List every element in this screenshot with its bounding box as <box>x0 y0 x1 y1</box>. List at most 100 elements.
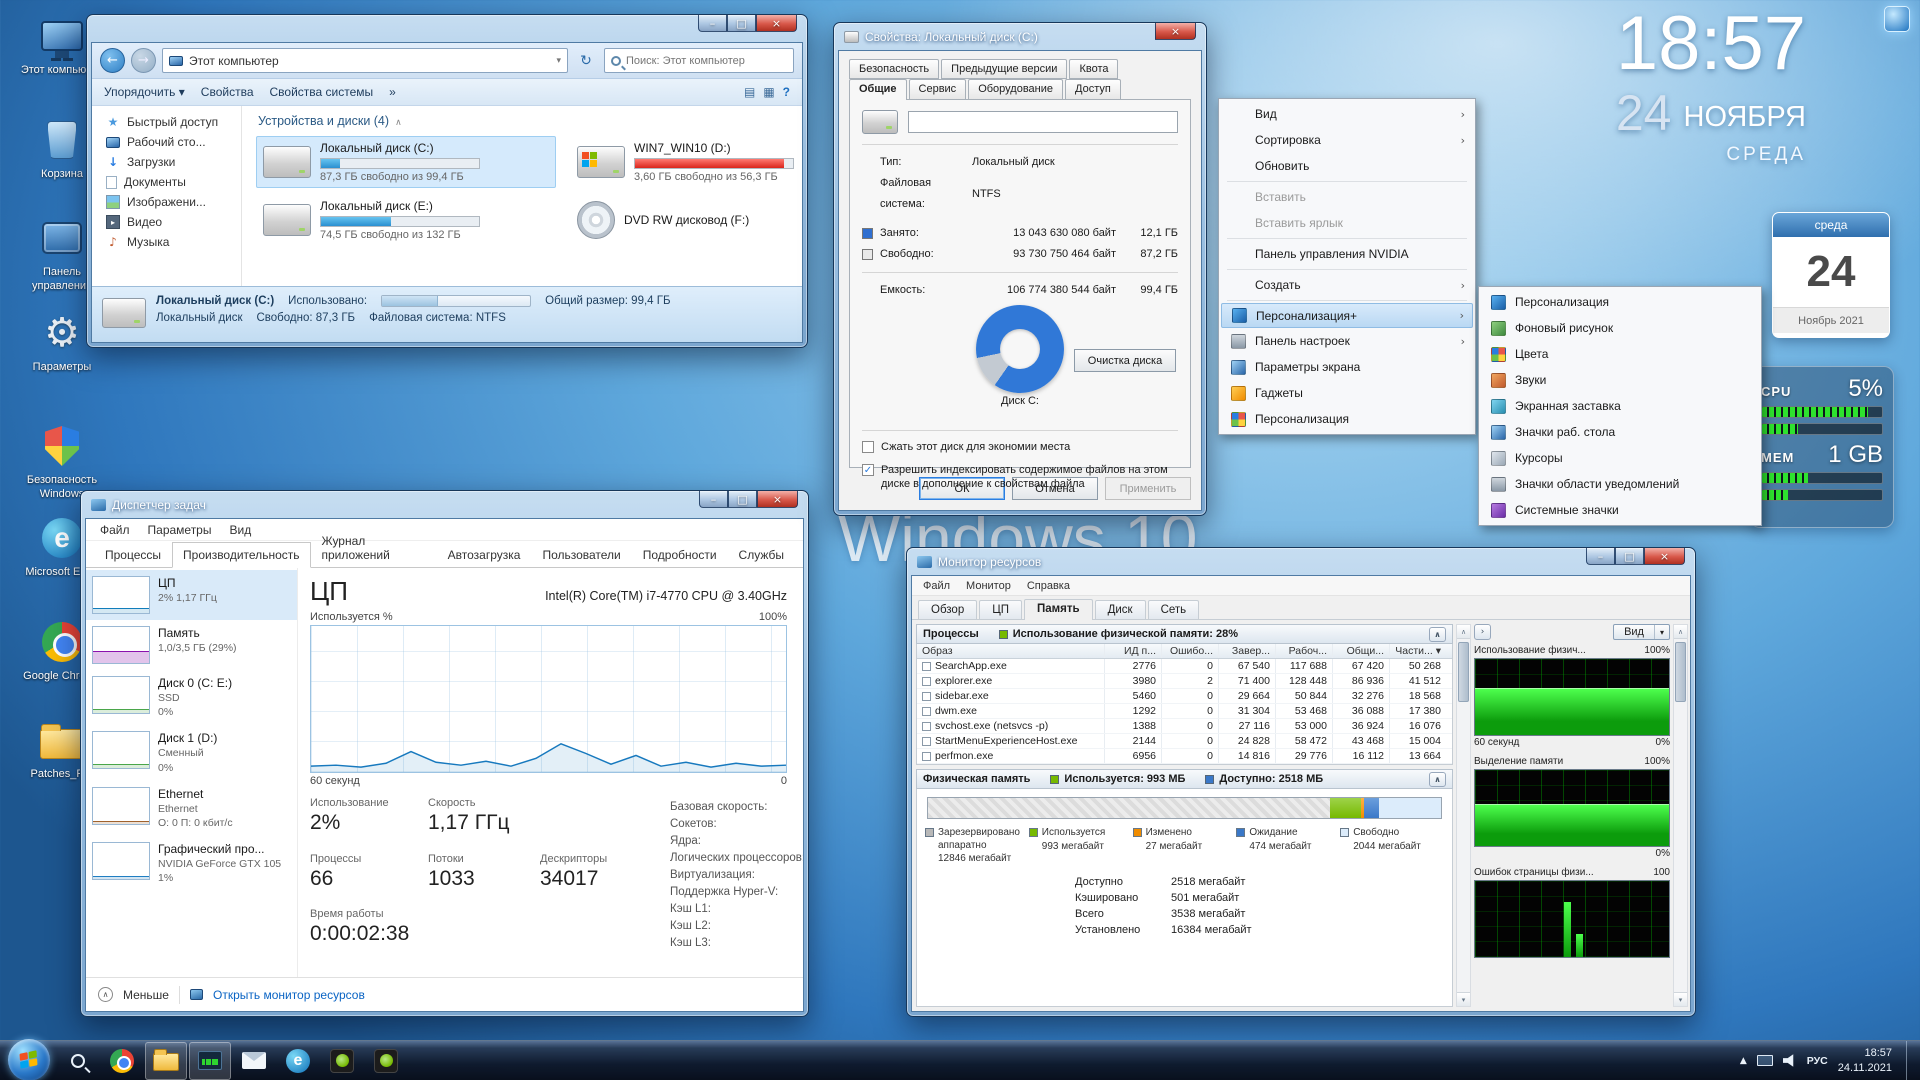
taskbar-task-manager-button[interactable] <box>189 1042 231 1080</box>
table-row[interactable]: perfmon.exe 6956014 81629 77616 11213 66… <box>917 749 1452 764</box>
row-checkbox[interactable] <box>922 677 931 686</box>
search-input[interactable] <box>626 55 787 67</box>
drive-tile-d[interactable]: WIN7_WIN10 (D:) 3,60 ГБ свободно из 56,3… <box>570 136 803 188</box>
physical-memory-section-header[interactable]: Физическая память Используется: 993 МБ Д… <box>916 769 1453 789</box>
menu-item-sort[interactable]: Сортировка› <box>1221 127 1473 153</box>
perf-item-disk0[interactable]: Диск 0 (C: E:)SSD 0% <box>86 670 297 725</box>
drive-tile-e[interactable]: Локальный диск (E:) 74,5 ГБ свободно из … <box>256 194 556 246</box>
taskbar-nvidia-experience-button[interactable] <box>321 1042 363 1080</box>
tab-previous-versions[interactable]: Предыдущие версии <box>941 59 1067 79</box>
help-button[interactable]: ? <box>783 85 790 99</box>
maximize-button[interactable]: □ <box>1615 548 1644 565</box>
table-header-row[interactable]: Образ ИД п... Ошибо... Завер... Рабоч...… <box>917 644 1452 659</box>
menu-item-nvidia-control-panel[interactable]: Панель управления NVIDIA <box>1221 241 1473 267</box>
menu-item-new[interactable]: Создать› <box>1221 272 1473 298</box>
menu-item-personalization-plus[interactable]: Персонализация+› <box>1221 303 1473 328</box>
tab-users[interactable]: Пользователи <box>531 542 631 568</box>
disk-cleanup-button[interactable]: Очистка диска <box>1074 349 1176 372</box>
submenu-item-screensaver[interactable]: Экранная заставка <box>1481 393 1759 419</box>
address-bar[interactable]: Этот компьютер ▾ <box>162 48 568 73</box>
submenu-item-cursors[interactable]: Курсоры <box>1481 445 1759 471</box>
show-desktop-button[interactable] <box>1906 1041 1916 1080</box>
explorer-titlebar[interactable]: – □ × <box>87 15 807 42</box>
menu-help[interactable]: Справка <box>1020 579 1077 593</box>
submenu-item-personalization[interactable]: Персонализация <box>1481 289 1759 315</box>
scroll-down-icon[interactable]: ▾ <box>1457 992 1470 1006</box>
tab-network[interactable]: Сеть <box>1148 600 1200 619</box>
close-button[interactable]: × <box>757 491 798 508</box>
perf-item-gpu[interactable]: Графический про...NVIDIA GeForce GTX 105… <box>86 836 297 891</box>
back-button[interactable]: ← <box>100 48 125 73</box>
compress-checkbox[interactable] <box>862 441 874 453</box>
organize-button[interactable]: Упорядочить ▾ <box>104 85 185 99</box>
row-checkbox[interactable] <box>922 692 931 701</box>
tab-general[interactable]: Общие <box>849 79 907 100</box>
scrollbar-thumb[interactable] <box>1458 642 1469 702</box>
view-tiles-icon[interactable]: ▦ <box>763 85 774 99</box>
processes-section-header[interactable]: Процессы Использование физической памяти… <box>916 624 1453 644</box>
view-dropdown-button[interactable]: Вид ▾ <box>1613 624 1670 640</box>
volume-label-input[interactable] <box>908 111 1178 133</box>
drive-tile-f[interactable]: DVD RW дисковод (F:) <box>570 194 803 246</box>
taskbar-explorer-button[interactable] <box>145 1042 187 1080</box>
menu-item-display-settings[interactable]: Параметры экрана <box>1221 354 1473 380</box>
index-checkbox[interactable]: ✓ <box>862 464 874 476</box>
sidebar-item-videos[interactable]: ▸Видео <box>92 212 241 232</box>
table-row[interactable]: SearchApp.exe 2776067 540117 68867 42050… <box>917 659 1452 674</box>
scrollbar-thumb[interactable] <box>1675 642 1686 702</box>
sidebar-item-music[interactable]: ♪Музыка <box>92 232 241 252</box>
submenu-item-sounds[interactable]: Звуки <box>1481 367 1759 393</box>
maximize-button[interactable]: □ <box>728 491 757 508</box>
sidebar-item-desktop[interactable]: Рабочий сто... <box>92 132 241 152</box>
volume-tray-icon[interactable] <box>1783 1054 1797 1067</box>
right-panel-scrollbar[interactable]: ∧ ▾ <box>1673 624 1688 1007</box>
row-checkbox[interactable] <box>922 737 931 746</box>
submenu-item-notification-icons[interactable]: Значки области уведомлений <box>1481 471 1759 497</box>
menu-file[interactable]: Файл <box>92 521 138 539</box>
view-details-icon[interactable]: ▤ <box>744 85 755 99</box>
menu-item-refresh[interactable]: Обновить <box>1221 153 1473 179</box>
menu-item-paste-shortcut[interactable]: Вставить ярлык <box>1221 210 1473 236</box>
tab-details[interactable]: Подробности <box>632 542 728 568</box>
scroll-down-icon[interactable]: ▾ <box>1674 992 1687 1006</box>
menu-file[interactable]: Файл <box>916 579 957 593</box>
row-checkbox[interactable] <box>922 662 931 671</box>
perf-item-cpu[interactable]: ЦП2% 1,17 ГГц <box>86 570 297 620</box>
drive-tile-c[interactable]: Локальный диск (C:) 87,3 ГБ свободно из … <box>256 136 556 188</box>
tab-quota[interactable]: Квота <box>1069 59 1118 79</box>
menu-monitor[interactable]: Монитор <box>959 579 1018 593</box>
sidebar-item-downloads[interactable]: ↓Загрузки <box>92 152 241 172</box>
sidebar-item-documents[interactable]: Документы <box>92 172 241 192</box>
chevron-down-icon[interactable]: ▾ <box>556 56 561 66</box>
menu-item-view[interactable]: Вид› <box>1221 101 1473 127</box>
row-checkbox[interactable] <box>922 752 931 761</box>
perf-item-disk1[interactable]: Диск 1 (D:)Сменный 0% <box>86 725 297 780</box>
table-row[interactable]: explorer.exe 3980271 400128 44886 93641 … <box>917 674 1452 689</box>
menu-options[interactable]: Параметры <box>140 521 220 539</box>
tray-expand-icon[interactable]: ▲ <box>1740 1056 1747 1066</box>
tab-security[interactable]: Безопасность <box>849 59 939 79</box>
more-commands-button[interactable]: » <box>389 85 396 99</box>
corner-widget-icon[interactable] <box>1884 6 1910 32</box>
system-meter-gadget[interactable]: CPU5% МЕМ1 GB <box>1750 366 1894 528</box>
group-header[interactable]: Устройства и диски (4)∧ <box>258 114 788 128</box>
close-button[interactable]: × <box>1155 23 1196 40</box>
resource-monitor-titlebar[interactable]: Монитор ресурсов – □ × <box>907 548 1695 575</box>
collapse-panel-button[interactable]: › <box>1474 624 1491 640</box>
table-row[interactable]: svchost.exe (netsvcs -p) 1388027 11653 0… <box>917 719 1452 734</box>
submenu-item-system-icons[interactable]: Системные значки <box>1481 497 1759 523</box>
maximize-button[interactable]: □ <box>727 15 756 32</box>
menu-item-settings-panel[interactable]: Панель настроек› <box>1221 328 1473 354</box>
scroll-up-icon[interactable]: ∧ <box>1674 625 1687 639</box>
sidebar-item-pictures[interactable]: Изображени... <box>92 192 241 212</box>
system-properties-button[interactable]: Свойства системы <box>270 85 374 99</box>
taskbar-edge-button[interactable]: e <box>277 1042 319 1080</box>
tab-disk[interactable]: Диск <box>1095 600 1146 619</box>
menu-item-personalization[interactable]: Персонализация <box>1221 406 1473 432</box>
sidebar-item-quick-access[interactable]: ★Быстрый доступ <box>92 112 241 132</box>
taskbar-chrome-button[interactable] <box>101 1042 143 1080</box>
tab-memory[interactable]: Память <box>1024 599 1093 620</box>
tab-sharing[interactable]: Доступ <box>1065 79 1121 99</box>
display-tray-icon[interactable] <box>1757 1055 1773 1066</box>
tab-services[interactable]: Службы <box>728 542 795 568</box>
